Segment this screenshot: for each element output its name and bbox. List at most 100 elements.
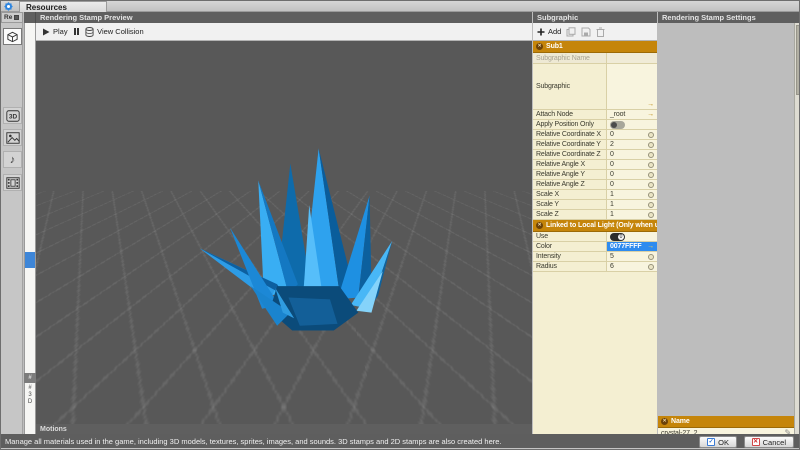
number-spinner-icon[interactable]	[648, 182, 654, 188]
view-collision-label: View Collision	[97, 27, 144, 36]
play-button[interactable]: Play	[42, 27, 68, 36]
section-header[interactable]: ✕Linked to Local Light (Only when used i…	[533, 220, 657, 232]
row-label: Relative Coordinate X	[533, 130, 607, 139]
image-icon	[6, 132, 20, 144]
property-row: Scale Y1	[533, 200, 657, 210]
row-value[interactable]: 0	[607, 180, 657, 189]
row-label: Relative Angle X	[533, 160, 607, 169]
property-row: Scale Z1	[533, 210, 657, 220]
save-icon[interactable]	[581, 27, 591, 37]
number-spinner-icon[interactable]	[648, 192, 654, 198]
reference-arrow-icon[interactable]: →	[647, 243, 654, 250]
number-spinner-icon[interactable]	[648, 152, 654, 158]
tab-resources[interactable]: Resources	[19, 1, 107, 12]
panel-pin-icon	[14, 15, 19, 20]
value-text: 0	[610, 161, 614, 168]
number-spinner-icon[interactable]	[648, 254, 654, 260]
row-value[interactable]: 6	[607, 262, 657, 271]
cancel-button[interactable]: ✕ Cancel	[744, 436, 794, 448]
settings-scrollbar[interactable]	[794, 23, 800, 434]
value-text: 1	[610, 191, 614, 198]
reference-arrow-icon[interactable]: →	[647, 101, 654, 108]
row-value[interactable]: 1	[607, 210, 657, 219]
sidebar-item-3d-models[interactable]: 3D	[3, 107, 22, 124]
value-text: 2	[610, 141, 614, 148]
row-label: Relative Coordinate Z	[533, 150, 607, 159]
value-text: 1	[610, 211, 614, 218]
preview-viewport[interactable]	[36, 41, 532, 424]
ok-check-icon: ✓	[707, 438, 715, 446]
ok-button[interactable]: ✓ OK	[699, 436, 737, 448]
number-spinner-icon[interactable]	[648, 132, 654, 138]
section-header[interactable]: ✕Name	[658, 416, 794, 428]
row-value[interactable]: 0	[607, 160, 657, 169]
plus-icon	[537, 28, 545, 36]
row-value[interactable]: 1	[607, 190, 657, 199]
stamp-list-selected-item[interactable]	[25, 252, 35, 268]
row-value[interactable]	[607, 53, 657, 63]
delete-icon[interactable]	[596, 27, 605, 37]
row-label: Relative Angle Z	[533, 180, 607, 189]
row-value[interactable]: _root→	[607, 110, 657, 119]
collapse-icon[interactable]: ✕	[536, 43, 543, 50]
view-collision-button[interactable]: View Collision	[85, 27, 144, 37]
stamp-list-collapsed-header	[24, 12, 36, 23]
row-label: Intensity	[533, 252, 607, 261]
sidebar-item-sounds[interactable]: ♪	[3, 151, 22, 168]
value-text: 1	[610, 201, 614, 208]
resource-type-toolbar	[1, 12, 23, 434]
row-label: Scale X	[533, 190, 607, 199]
sound-icon: ♪	[10, 155, 16, 165]
row-value[interactable]: 5	[607, 252, 657, 261]
stamp-list-hash-header: #	[24, 373, 36, 383]
motions-panel-header[interactable]: Motions	[36, 424, 532, 434]
row-value[interactable]: 0	[607, 150, 657, 159]
add-subgraphic-button[interactable]: Add	[537, 27, 561, 36]
row-label: Subgraphic	[533, 64, 607, 109]
row-label: Relative Coordinate Y	[533, 140, 607, 149]
reference-arrow-icon[interactable]: →	[647, 111, 654, 118]
add-label: Add	[548, 27, 561, 36]
pause-button[interactable]	[74, 28, 80, 35]
sidebar-item-images[interactable]	[3, 129, 22, 146]
section-header[interactable]: ✕Sub1	[533, 41, 657, 53]
collapsed-resources-tab[interactable]: Re	[1, 12, 23, 23]
row-value[interactable]: 0	[607, 130, 657, 139]
row-value[interactable]	[607, 120, 657, 129]
row-value[interactable]: 1	[607, 200, 657, 209]
collapse-icon[interactable]: ✕	[536, 222, 543, 229]
section-title: Sub1	[546, 43, 563, 50]
toggle-switch[interactable]	[610, 121, 625, 129]
number-spinner-icon[interactable]	[648, 162, 654, 168]
section-title: Name	[671, 418, 690, 425]
ok-label: OK	[718, 438, 729, 447]
number-spinner-icon[interactable]	[648, 142, 654, 148]
row-value[interactable]: 0	[607, 170, 657, 179]
toggle-switch[interactable]: 0	[610, 233, 625, 241]
row-value[interactable]: →	[607, 64, 657, 109]
sidebar-item-3d-stamps[interactable]	[3, 28, 22, 45]
property-row: Apply Position Only	[533, 120, 657, 130]
play-icon	[42, 28, 50, 36]
collapse-icon[interactable]: ✕	[661, 418, 668, 425]
property-row: Relative Coordinate Y2	[533, 140, 657, 150]
property-row: Scale X1	[533, 190, 657, 200]
duplicate-icon[interactable]	[566, 27, 576, 37]
property-row: Relative Coordinate Z0	[533, 150, 657, 160]
sidebar-item-movies[interactable]	[3, 174, 22, 191]
row-value[interactable]: 2	[607, 140, 657, 149]
number-spinner-icon[interactable]	[648, 202, 654, 208]
property-row: Intensity5	[533, 252, 657, 262]
app-gear-icon	[4, 2, 13, 11]
row-value[interactable]: 0077FFFF→	[607, 242, 657, 251]
cancel-label: Cancel	[763, 438, 786, 447]
number-spinner-icon[interactable]	[648, 212, 654, 218]
settings-panel-header: Rendering Stamp Settings	[658, 12, 800, 23]
row-value[interactable]: 0	[607, 232, 657, 241]
settings-panel-title: Rendering Stamp Settings	[662, 13, 756, 22]
property-row: Use0	[533, 232, 657, 242]
number-spinner-icon[interactable]	[648, 264, 654, 270]
subgraphic-panel-title: Subgraphic	[537, 13, 578, 22]
number-spinner-icon[interactable]	[648, 172, 654, 178]
settings-scrollbar-thumb[interactable]	[796, 25, 800, 95]
